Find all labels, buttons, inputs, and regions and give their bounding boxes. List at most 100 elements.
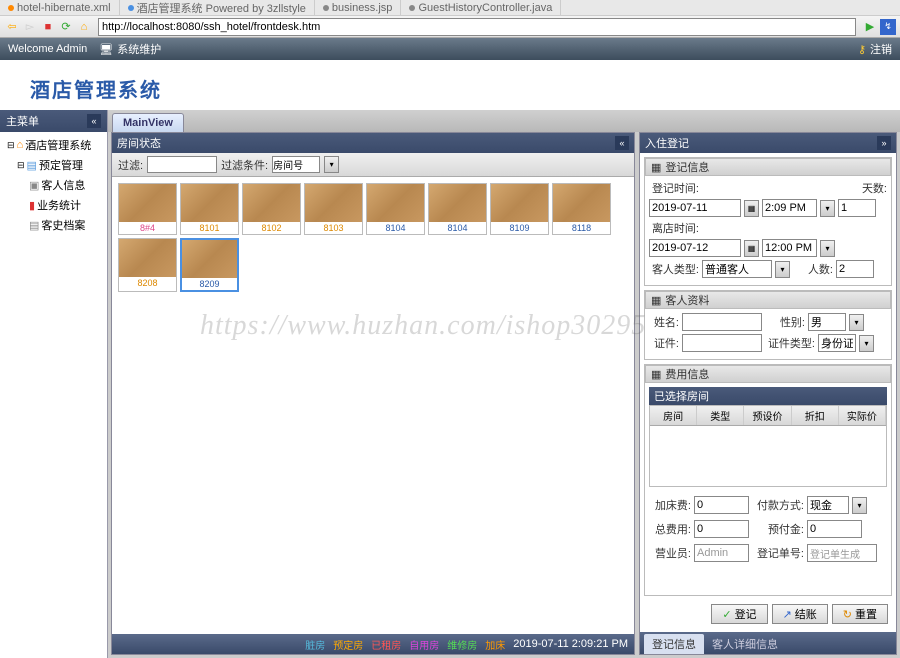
collapse-icon[interactable]: »	[877, 136, 891, 150]
logout-link[interactable]: ⚷ 注销	[858, 41, 892, 57]
room-card[interactable]: 8103	[304, 183, 363, 235]
sys-maintenance-link[interactable]: 🖥 系统维护	[99, 41, 161, 57]
tree-node-stats[interactable]: ▮业务统计	[3, 195, 104, 215]
staff-label: 营业员:	[649, 545, 691, 561]
staff-input	[694, 544, 749, 562]
tab-reg-info[interactable]: 登记信息	[644, 634, 704, 654]
dropdown-icon[interactable]: ▾	[820, 240, 835, 257]
home-icon: ⌂	[17, 139, 24, 151]
room-number: 8#4	[119, 222, 176, 234]
collapse-icon[interactable]: «	[87, 114, 101, 128]
guest-info-fieldset: ▦客人资料 姓名: 性别: ▾ 证件: 证件类型	[644, 290, 892, 360]
dropdown-icon[interactable]: ▾	[324, 156, 339, 173]
filter-bar: 过滤: 过滤条件: ▾	[112, 153, 634, 177]
checkin-time-input[interactable]	[762, 199, 817, 217]
room-card[interactable]: 8102	[242, 183, 301, 235]
refresh-icon[interactable]: ⟳	[58, 19, 74, 35]
room-number: 8102	[243, 222, 300, 234]
calendar-icon[interactable]: ▦	[744, 200, 759, 217]
id-input[interactable]	[682, 334, 762, 352]
room-card[interactable]: 8208	[118, 238, 177, 292]
pay-method-select[interactable]	[807, 496, 849, 514]
rooms-grid: 8#4 8101 8102 8103 81048104 8109 8118 8208 8209	[112, 177, 634, 634]
tool-icon[interactable]: ↯	[880, 19, 896, 35]
room-card[interactable]: 8101	[180, 183, 239, 235]
ide-tab[interactable]: GuestHistoryController.java	[401, 0, 561, 15]
name-label: 姓名:	[649, 314, 679, 330]
room-card[interactable]: 8118	[552, 183, 611, 235]
order-label: 登记单号:	[752, 545, 804, 561]
forward-icon[interactable]: ▻	[22, 19, 38, 35]
collapse-icon[interactable]: «	[615, 136, 629, 150]
reset-icon: ↻	[843, 608, 852, 621]
room-card[interactable]: 8104	[366, 183, 425, 235]
room-number: 8109	[491, 222, 548, 234]
guest-type-select[interactable]	[702, 260, 772, 278]
days-input[interactable]	[838, 199, 876, 217]
table-header: 折扣	[792, 406, 839, 425]
tree-node-root[interactable]: ⊟⌂酒店管理系统	[3, 135, 104, 155]
room-number: 8101	[181, 222, 238, 234]
url-input[interactable]	[98, 18, 856, 36]
checkout-date-input[interactable]	[649, 239, 741, 257]
back-icon[interactable]: ⇦	[4, 19, 20, 35]
dropdown-icon[interactable]: ▾	[859, 335, 874, 352]
ide-tab[interactable]: hotel-hibernate.xml	[0, 0, 120, 15]
room-thumb	[305, 184, 362, 222]
room-card[interactable]: 8#4	[118, 183, 177, 235]
checkin-panel: 入住登记 » ▦登记信息 登记时间: 天数:	[639, 132, 897, 655]
checkin-header: 入住登记 »	[640, 133, 896, 153]
rooms-panel-header: 房间状态 «	[112, 133, 634, 153]
tree-node-booking[interactable]: ⊟▤预定管理	[3, 155, 104, 175]
extra-bed-label: 加床费:	[649, 497, 691, 513]
content: MainView 房间状态 « 过滤: 过滤条件: ▾	[108, 110, 900, 658]
dropdown-icon[interactable]: ▾	[775, 261, 790, 278]
id-label: 证件:	[649, 335, 679, 351]
ide-tab[interactable]: business.jsp	[315, 0, 402, 15]
table-header: 房间	[650, 406, 697, 425]
room-thumb	[119, 184, 176, 222]
user-icon: ▦	[651, 294, 661, 307]
name-input[interactable]	[682, 313, 762, 331]
room-card[interactable]: 8109	[490, 183, 549, 235]
total-input[interactable]	[694, 520, 749, 538]
gender-select[interactable]	[808, 313, 846, 331]
status-legend-item: 脏房	[305, 637, 325, 652]
id-type-select[interactable]	[818, 334, 856, 352]
tree-node-history[interactable]: ▤客史档案	[3, 215, 104, 235]
count-input[interactable]	[836, 260, 874, 278]
room-number: 8103	[305, 222, 362, 234]
money-icon: ▦	[651, 368, 661, 381]
browser-toolbar: ⇦ ▻ ■ ⟳ ⌂ ▶ ↯	[0, 16, 900, 38]
room-card[interactable]: 8209	[180, 238, 239, 292]
note-icon: ▦	[651, 161, 661, 174]
filter-cond-select[interactable]	[272, 156, 320, 173]
go-icon[interactable]: ▶	[862, 19, 878, 35]
tab-mainview[interactable]: MainView	[112, 113, 184, 132]
extra-bed-input[interactable]	[694, 496, 749, 514]
fee-info-fieldset: ▦费用信息 已选择房间 房间类型预设价折扣实际价 加床费: 付款方式:	[644, 364, 892, 596]
dropdown-icon[interactable]: ▾	[852, 497, 867, 514]
ide-tab[interactable]: 酒店管理系统 Powered by 3zllstyle	[120, 0, 315, 15]
prepay-input[interactable]	[807, 520, 862, 538]
register-button[interactable]: ✓登记	[711, 604, 767, 624]
logo-area: 酒店管理系统	[0, 60, 900, 110]
room-card[interactable]: 8104	[428, 183, 487, 235]
filter-cond-label: 过滤条件:	[221, 157, 268, 173]
dropdown-icon[interactable]: ▾	[849, 314, 864, 331]
tree-node-guest[interactable]: ▣客人信息	[3, 175, 104, 195]
table-header: 类型	[697, 406, 744, 425]
dropdown-icon[interactable]: ▾	[820, 200, 835, 217]
filter-input[interactable]	[147, 156, 217, 173]
checkout-time-input[interactable]	[762, 239, 817, 257]
calendar-icon[interactable]: ▦	[744, 240, 759, 257]
filter-label: 过滤:	[118, 157, 143, 173]
room-number: 8208	[119, 277, 176, 289]
stop-icon[interactable]: ■	[40, 19, 56, 35]
reset-button[interactable]: ↻重置	[832, 604, 888, 624]
tab-guest-detail[interactable]: 客人详细信息	[704, 634, 786, 654]
table-body	[650, 426, 886, 486]
checkout-button[interactable]: ↗结账	[772, 604, 828, 624]
checkin-date-input[interactable]	[649, 199, 741, 217]
home-icon[interactable]: ⌂	[76, 19, 92, 35]
